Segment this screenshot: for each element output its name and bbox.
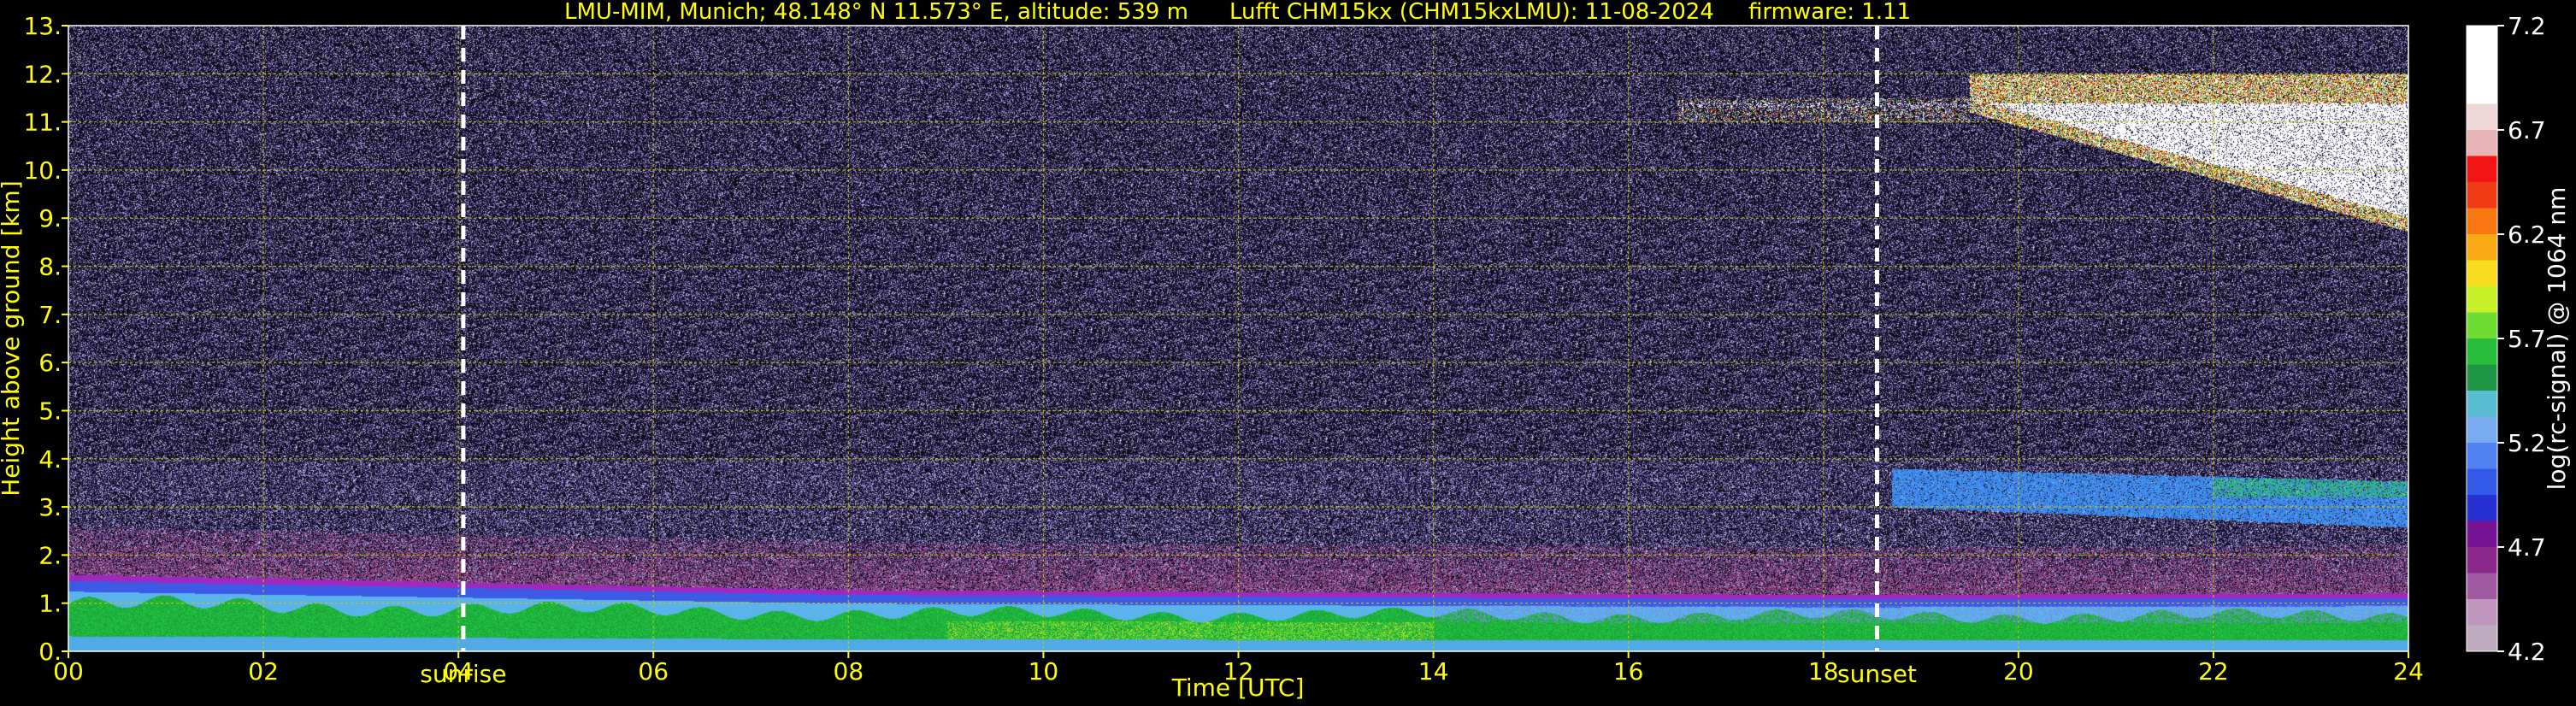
y-tick-label: 11.: [23, 109, 62, 137]
colorbar-segment: [2467, 573, 2497, 600]
x-tick-label: 22: [2198, 657, 2229, 685]
colorbar-segment: [2467, 521, 2497, 548]
y-tick-label: 1.: [38, 590, 62, 618]
chart-title-firmware: firmware: 1.11: [1748, 0, 1911, 25]
colorbar-segment: [2467, 312, 2497, 339]
y-tick-label: 5.: [38, 397, 62, 425]
event-markers: sunrise sunset: [420, 26, 1917, 688]
colorbar-segment: [2467, 78, 2497, 104]
colorbar-segment: [2467, 364, 2497, 391]
colorbar-segment: [2467, 599, 2497, 626]
y-tick-label: 13.: [23, 12, 62, 40]
colorbar-label: log(rc-signal) @ 1064 nm: [2543, 187, 2571, 491]
colorbar-tick-label: 6.7: [2508, 116, 2546, 144]
chart-title-station: LMU-MIM, Munich; 48.148° N 11.573° E, al…: [564, 0, 1188, 25]
colorbar-tick-label: 4.7: [2508, 533, 2546, 562]
y-tick-label: 9.: [38, 204, 62, 232]
colorbar-tick-label: 5.7: [2508, 325, 2546, 353]
x-tick-label: 16: [1613, 657, 1644, 685]
colorbar-segment: [2467, 234, 2497, 261]
colorbar-segment: [2467, 625, 2497, 652]
grid-lines: [68, 26, 2408, 651]
y-tick-label: 12.: [23, 60, 62, 88]
y-tick-label: 3.: [38, 493, 62, 521]
colorbar-segment: [2467, 468, 2497, 496]
y-axis-ticks: 0. 1. 2. 3. 4. 5. 6. 7. 8. 9. 10. 11. 12. 13.: [23, 12, 68, 666]
y-tick-label: 7.: [38, 301, 62, 329]
colorbar-tick-label: 5.2: [2508, 429, 2546, 457]
x-tick-label: 02: [248, 657, 279, 685]
y-tick-label: 2.: [38, 541, 62, 569]
colorbar-segment: [2467, 338, 2497, 365]
x-tick-label: 10: [1029, 657, 1059, 685]
colorbar-segment: [2467, 443, 2497, 469]
colorbar-tick-label: 6.2: [2508, 221, 2546, 249]
y-tick-label: 0.: [38, 638, 62, 666]
x-tick-label: 14: [1418, 657, 1449, 685]
sunset-label: sunset: [1837, 660, 1917, 688]
y-axis-label: Height above ground [km]: [0, 180, 25, 497]
x-tick-label: 06: [638, 657, 669, 685]
colorbar-tick-label: 7.2: [2508, 12, 2546, 40]
colorbar-segment: [2467, 208, 2497, 235]
x-axis-label: Time [UTC]: [1171, 674, 1305, 702]
colorbar-segment: [2467, 416, 2497, 444]
colorbar-segment: [2467, 26, 2497, 52]
ceilometer-figure: LMU-MIM, Munich; 48.148° N 11.573° E, al…: [0, 0, 2576, 706]
x-tick-label: 08: [834, 657, 864, 685]
colorbar-segment: [2467, 286, 2497, 313]
x-tick-label: 24: [2393, 657, 2424, 685]
colorbar-segment: [2467, 391, 2497, 417]
x-tick-label: 20: [2003, 657, 2034, 685]
chart-overlay: LMU-MIM, Munich; 48.148° N 11.573° E, al…: [0, 0, 2571, 702]
colorbar-segment: [2467, 547, 2497, 574]
colorbar: 7.2 6.7 6.2 5.7 5.2 4.7 4.2: [2466, 12, 2546, 666]
colorbar-segment: [2467, 51, 2497, 79]
chart-title-instrument: Lufft CHM15kx (CHM15kxLMU): 11-08-2024: [1229, 0, 1714, 25]
colorbar-segment: [2467, 495, 2497, 521]
y-tick-label: 10.: [23, 156, 62, 185]
x-tick-label: 18: [1808, 657, 1839, 685]
x-tick-label: 04: [443, 657, 474, 685]
colorbar-tick-label: 4.2: [2508, 638, 2546, 666]
colorbar-segment: [2467, 156, 2497, 183]
y-tick-label: 8.: [38, 253, 62, 281]
y-tick-label: 6.: [38, 349, 62, 377]
colorbar-segment: [2467, 182, 2497, 209]
y-tick-label: 4.: [38, 445, 62, 474]
colorbar-segment: [2467, 130, 2497, 156]
colorbar-segment: [2467, 103, 2497, 131]
colorbar-segment: [2467, 260, 2497, 287]
